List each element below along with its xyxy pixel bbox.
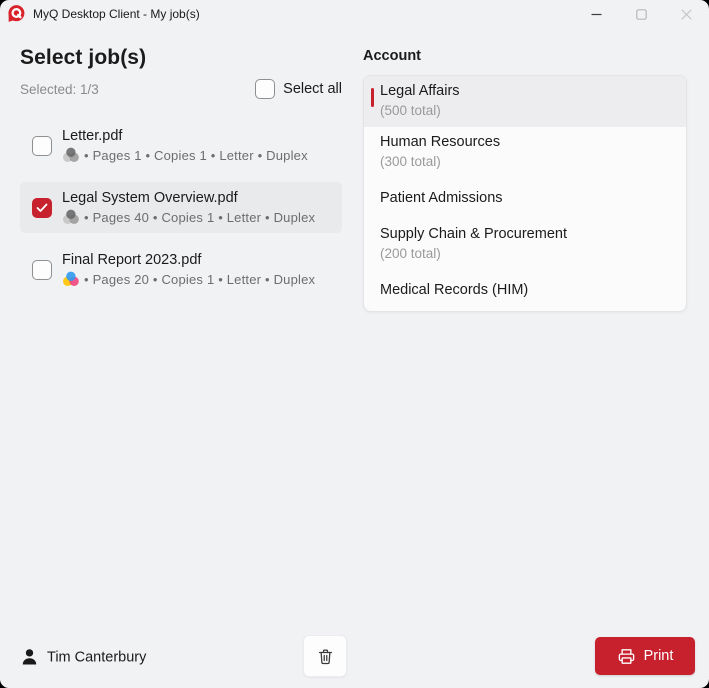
print-button[interactable]: Print	[595, 637, 695, 675]
user-icon	[20, 648, 39, 667]
footer-bar: Tim Canterbury Print	[0, 626, 709, 688]
grayscale-print-icon	[62, 209, 80, 225]
job-list: Letter.pdf • Pages 1 • Copies 1 • Letter…	[20, 120, 342, 295]
job-name: Final Report 2023.pdf	[62, 252, 315, 268]
job-meta-text: • Pages 40 • Copies 1 • Letter • Duplex	[84, 210, 315, 225]
page-title: Select job(s)	[20, 46, 342, 70]
minimize-icon	[591, 9, 602, 20]
close-icon	[681, 9, 692, 20]
job-info: Legal System Overview.pdf • Pages 40 • C…	[62, 190, 315, 225]
job-meta-text: • Pages 1 • Copies 1 • Letter • Duplex	[84, 148, 308, 163]
account-title: Account	[363, 48, 687, 64]
select-all-checkbox[interactable]	[255, 79, 275, 99]
account-item-supply-chain[interactable]: Supply Chain & Procurement (200 total)	[364, 219, 686, 270]
selected-indicator	[371, 88, 374, 107]
account-total: (500 total)	[380, 102, 670, 120]
user-name: Tim Canterbury	[47, 649, 146, 665]
job-row-letter[interactable]: Letter.pdf • Pages 1 • Copies 1 • Letter…	[20, 120, 342, 171]
window-controls	[574, 0, 709, 28]
job-checkbox[interactable]	[32, 260, 52, 280]
title-bar[interactable]: MyQ Desktop Client - My job(s)	[0, 0, 709, 28]
grayscale-print-icon	[62, 147, 80, 163]
minimize-button[interactable]	[574, 0, 619, 28]
jobs-section: Select job(s) Selected: 1/3 Select all L…	[20, 46, 342, 312]
job-row-final-report[interactable]: Final Report 2023.pdf • Pages 20 • Copie…	[20, 244, 342, 295]
print-button-label: Print	[644, 648, 674, 664]
account-name: Human Resources	[380, 133, 670, 152]
select-all-label: Select all	[283, 81, 342, 97]
account-name: Legal Affairs	[380, 82, 670, 101]
jobs-subheader: Selected: 1/3 Select all	[20, 79, 342, 99]
myq-logo-icon	[6, 4, 26, 24]
selected-count: Selected: 1/3	[20, 82, 99, 97]
printer-icon	[617, 647, 636, 666]
job-checkbox-checked[interactable]	[32, 198, 52, 218]
job-name: Legal System Overview.pdf	[62, 190, 315, 206]
account-total: (200 total)	[380, 245, 670, 263]
app-window: MyQ Desktop Client - My job(s) Select jo…	[0, 0, 709, 688]
account-section: Account Legal Affairs (500 total) Human …	[363, 46, 687, 312]
color-print-icon	[62, 271, 80, 287]
account-name: Patient Admissions	[380, 189, 670, 208]
account-name: Medical Records (HIM)	[380, 281, 670, 300]
maximize-icon	[636, 9, 647, 20]
account-list: Legal Affairs (500 total) Human Resource…	[363, 75, 687, 312]
job-meta-text: • Pages 20 • Copies 1 • Letter • Duplex	[84, 272, 315, 287]
window-title: MyQ Desktop Client - My job(s)	[33, 7, 574, 21]
job-meta: • Pages 1 • Copies 1 • Letter • Duplex	[62, 147, 308, 163]
job-checkbox[interactable]	[32, 136, 52, 156]
delete-job-button[interactable]	[303, 635, 347, 677]
account-item-human-resources[interactable]: Human Resources (300 total)	[364, 127, 686, 178]
job-row-legal-system-overview[interactable]: Legal System Overview.pdf • Pages 40 • C…	[20, 182, 342, 233]
account-total: (300 total)	[380, 153, 670, 171]
job-meta: • Pages 40 • Copies 1 • Letter • Duplex	[62, 209, 315, 225]
main-content: Select job(s) Selected: 1/3 Select all L…	[0, 28, 709, 312]
job-name: Letter.pdf	[62, 128, 308, 144]
job-meta: • Pages 20 • Copies 1 • Letter • Duplex	[62, 271, 315, 287]
account-item-medical-records[interactable]: Medical Records (HIM)	[364, 270, 686, 311]
select-all-control[interactable]: Select all	[255, 79, 342, 99]
job-info: Letter.pdf • Pages 1 • Copies 1 • Letter…	[62, 128, 308, 163]
logged-in-user: Tim Canterbury	[20, 648, 146, 667]
trash-icon	[316, 647, 335, 666]
account-item-legal-affairs[interactable]: Legal Affairs (500 total)	[364, 76, 686, 127]
checkmark-icon	[36, 203, 48, 213]
maximize-button[interactable]	[619, 0, 664, 28]
job-info: Final Report 2023.pdf • Pages 20 • Copie…	[62, 252, 315, 287]
account-item-patient-admissions[interactable]: Patient Admissions	[364, 178, 686, 219]
close-button[interactable]	[664, 0, 709, 28]
account-name: Supply Chain & Procurement	[380, 225, 670, 244]
